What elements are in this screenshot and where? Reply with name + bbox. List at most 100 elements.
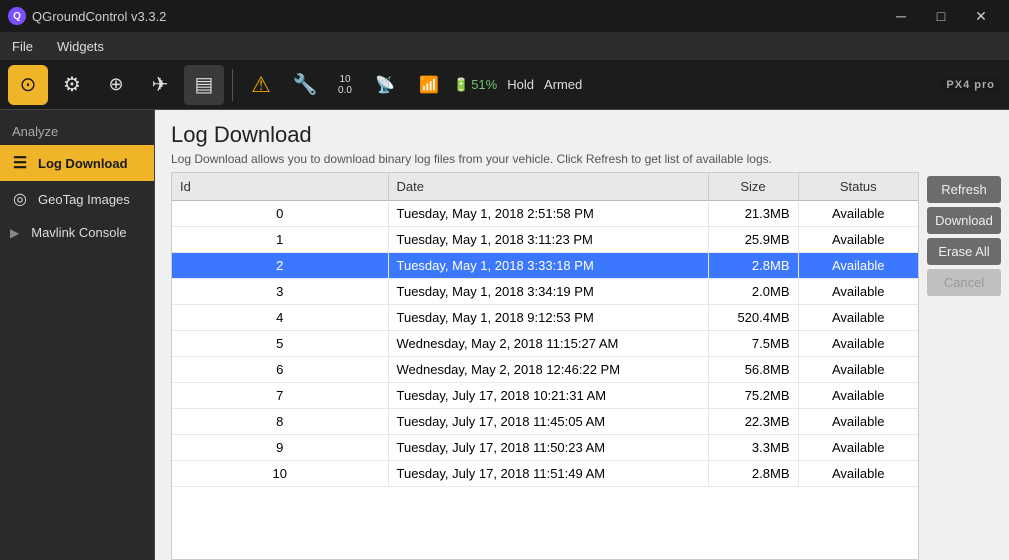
erase-all-button[interactable]: Erase All xyxy=(927,238,1001,265)
menu-file[interactable]: File xyxy=(8,37,37,56)
flight-mode: Hold xyxy=(507,77,534,92)
col-header-id: Id xyxy=(172,173,388,201)
sidebar-analyze-section[interactable]: Analyze xyxy=(0,118,154,145)
cell-size: 2.0MB xyxy=(708,279,798,305)
table-row[interactable]: 9Tuesday, July 17, 2018 11:50:23 AM3.3MB… xyxy=(172,435,918,461)
toolbar-settings-button[interactable]: ⚙ xyxy=(52,65,92,105)
sidebar-item-label: Log Download xyxy=(38,156,128,171)
battery-status: 🔋 51% xyxy=(453,77,497,93)
col-header-date: Date xyxy=(388,173,708,201)
toolbar-divider-1 xyxy=(232,69,233,101)
sidebar-item-label: GeoTag Images xyxy=(38,192,130,207)
log-table-container[interactable]: Id Date Size Status 0Tuesday, May 1, 201… xyxy=(171,172,919,560)
cell-status: Available xyxy=(798,435,918,461)
table-row[interactable]: 7Tuesday, July 17, 2018 10:21:31 AM75.2M… xyxy=(172,383,918,409)
warning-icon: ⚠ xyxy=(251,72,271,98)
toolbar-signal1-button[interactable]: 📡 xyxy=(365,65,405,105)
app-logo: Q xyxy=(8,7,26,25)
table-area: Id Date Size Status 0Tuesday, May 1, 201… xyxy=(155,172,1009,560)
app-icon: ⊙ xyxy=(20,72,37,97)
arrow-icon: ▶ xyxy=(10,226,19,240)
content-area: Log Download Log Download allows you to … xyxy=(155,110,1009,560)
menu-bar: File Widgets xyxy=(0,32,1009,60)
cell-date: Tuesday, July 17, 2018 11:45:05 AM xyxy=(388,409,708,435)
minimize-button[interactable]: ─ xyxy=(881,0,921,32)
cell-id: 3 xyxy=(172,279,388,305)
armed-status: Armed xyxy=(544,77,582,92)
table-row[interactable]: 4Tuesday, May 1, 2018 9:12:53 PM520.4MBA… xyxy=(172,305,918,331)
refresh-button[interactable]: Refresh xyxy=(927,176,1001,203)
col-header-size: Size xyxy=(708,173,798,201)
brand-logo: PX4 pro xyxy=(940,77,1001,93)
table-row[interactable]: 6Wednesday, May 2, 2018 12:46:22 PM56.8M… xyxy=(172,357,918,383)
toolbar-fly-button[interactable]: ✈ xyxy=(140,65,180,105)
toolbar-plan-button[interactable]: ⊕ xyxy=(96,65,136,105)
toolbar-analyze-button[interactable]: ▤ xyxy=(184,65,224,105)
close-button[interactable]: ✕ xyxy=(961,0,1001,32)
sidebar-item-mavlink[interactable]: ▶ Mavlink Console xyxy=(0,217,154,248)
cell-status: Available xyxy=(798,383,918,409)
col-header-status: Status xyxy=(798,173,918,201)
toolbar-wrench-button[interactable]: 🔧 xyxy=(285,65,325,105)
table-row[interactable]: 8Tuesday, July 17, 2018 11:45:05 AM22.3M… xyxy=(172,409,918,435)
analyze-icon: ▤ xyxy=(195,72,214,97)
sidebar: Analyze ☰ Log Download ◎ GeoTag Images ▶… xyxy=(0,110,155,560)
toolbar-counter: 10 0.0 xyxy=(329,74,361,96)
list-icon: ☰ xyxy=(10,153,30,173)
app-title: QGroundControl v3.3.2 xyxy=(32,9,881,24)
table-row[interactable]: 3Tuesday, May 1, 2018 3:34:19 PM2.0MBAva… xyxy=(172,279,918,305)
cell-status: Available xyxy=(798,305,918,331)
title-bar: Q QGroundControl v3.3.2 ─ □ ✕ xyxy=(0,0,1009,32)
sidebar-item-geotag[interactable]: ◎ GeoTag Images xyxy=(0,181,154,217)
menu-widgets[interactable]: Widgets xyxy=(53,37,108,56)
cell-size: 56.8MB xyxy=(708,357,798,383)
table-row[interactable]: 5Wednesday, May 2, 2018 11:15:27 AM7.5MB… xyxy=(172,331,918,357)
cell-status: Available xyxy=(798,201,918,227)
battery-percent: 51% xyxy=(471,77,497,92)
cell-date: Wednesday, May 2, 2018 12:46:22 PM xyxy=(388,357,708,383)
content-header: Log Download Log Download allows you to … xyxy=(155,110,1009,172)
table-row[interactable]: 10Tuesday, July 17, 2018 11:51:49 AM2.8M… xyxy=(172,461,918,487)
maximize-button[interactable]: □ xyxy=(921,0,961,32)
cell-status: Available xyxy=(798,461,918,487)
cell-id: 5 xyxy=(172,331,388,357)
table-row[interactable]: 2Tuesday, May 1, 2018 3:33:18 PM2.8MBAva… xyxy=(172,253,918,279)
settings-icon: ⚙ xyxy=(63,72,81,97)
cell-id: 10 xyxy=(172,461,388,487)
page-title: Log Download xyxy=(171,122,993,148)
cancel-button[interactable]: Cancel xyxy=(927,269,1001,296)
signal2-icon: 📶 xyxy=(419,75,439,95)
cell-date: Tuesday, May 1, 2018 3:33:18 PM xyxy=(388,253,708,279)
fly-icon: ✈ xyxy=(152,72,169,97)
toolbar-app-button[interactable]: ⊙ xyxy=(8,65,48,105)
download-button[interactable]: Download xyxy=(927,207,1001,234)
cell-id: 9 xyxy=(172,435,388,461)
wrench-icon: 🔧 xyxy=(293,72,318,97)
cell-status: Available xyxy=(798,357,918,383)
cell-id: 8 xyxy=(172,409,388,435)
cell-status: Available xyxy=(798,227,918,253)
cell-size: 75.2MB xyxy=(708,383,798,409)
cell-id: 1 xyxy=(172,227,388,253)
signal1-icon: 📡 xyxy=(375,75,395,95)
cell-date: Tuesday, May 1, 2018 3:34:19 PM xyxy=(388,279,708,305)
sidebar-item-log-download[interactable]: ☰ Log Download xyxy=(0,145,154,181)
page-description: Log Download allows you to download bina… xyxy=(171,152,993,166)
cell-id: 7 xyxy=(172,383,388,409)
cell-date: Tuesday, July 17, 2018 11:51:49 AM xyxy=(388,461,708,487)
cell-size: 2.8MB xyxy=(708,461,798,487)
cell-date: Tuesday, May 1, 2018 9:12:53 PM xyxy=(388,305,708,331)
cell-status: Available xyxy=(798,331,918,357)
cell-date: Tuesday, July 17, 2018 11:50:23 AM xyxy=(388,435,708,461)
table-row[interactable]: 1Tuesday, May 1, 2018 3:11:23 PM25.9MBAv… xyxy=(172,227,918,253)
cell-size: 2.8MB xyxy=(708,253,798,279)
toolbar-signal2-button[interactable]: 📶 xyxy=(409,65,449,105)
cell-status: Available xyxy=(798,253,918,279)
log-table: Id Date Size Status 0Tuesday, May 1, 201… xyxy=(172,173,918,487)
cell-size: 3.3MB xyxy=(708,435,798,461)
cell-status: Available xyxy=(798,279,918,305)
cell-size: 21.3MB xyxy=(708,201,798,227)
table-row[interactable]: 0Tuesday, May 1, 2018 2:51:58 PM21.3MBAv… xyxy=(172,201,918,227)
toolbar-warning-button[interactable]: ⚠ xyxy=(241,65,281,105)
window-controls: ─ □ ✕ xyxy=(881,0,1001,32)
